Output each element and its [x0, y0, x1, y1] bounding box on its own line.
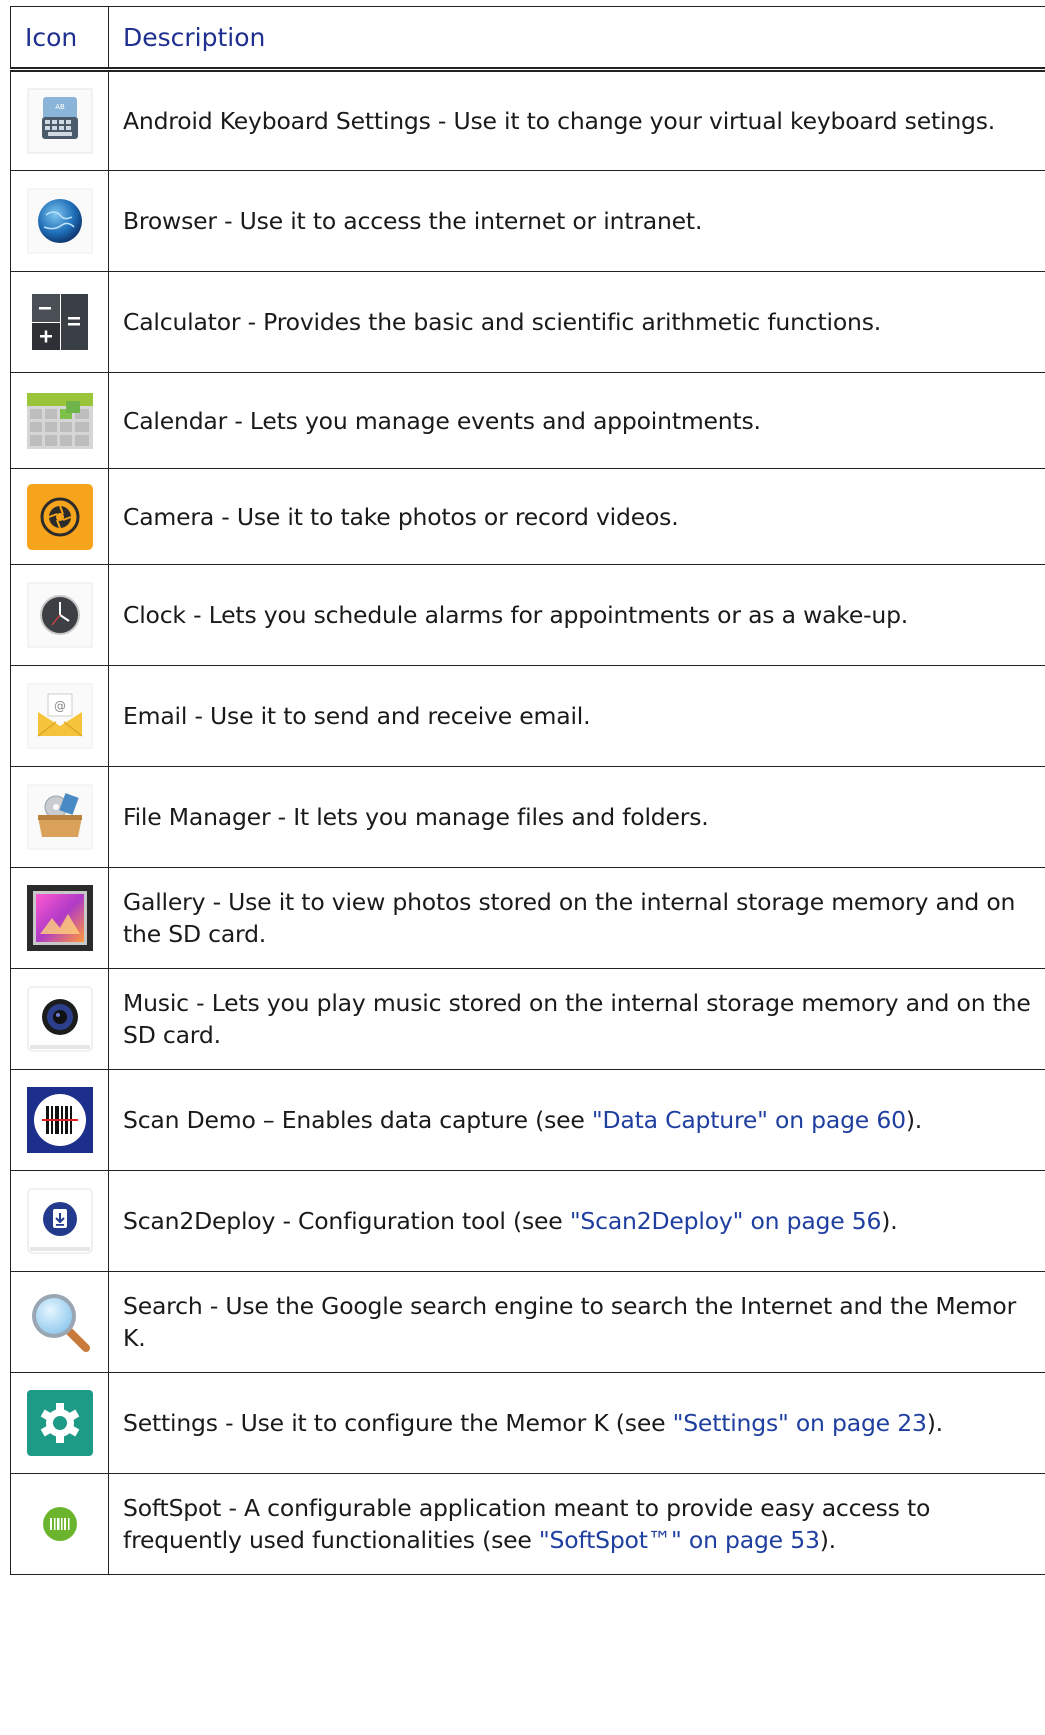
app-name: Calendar — [123, 406, 228, 435]
table-row: Camera - Use it to take photos or record… — [10, 468, 1045, 565]
table-row: Search - Use the Google search engine to… — [10, 1271, 1045, 1373]
table-row: Calculator - Provides the basic and scie… — [10, 271, 1045, 373]
table-row: Settings - Use it to configure the Memor… — [10, 1372, 1045, 1474]
table-row: @ Email - Use it to send and receive ema… — [10, 665, 1045, 767]
svg-text:@: @ — [54, 699, 66, 713]
app-name: Music — [123, 989, 189, 1017]
table-row: SoftSpot - A configurable application me… — [10, 1473, 1045, 1575]
email-icon: @ — [26, 682, 94, 750]
row-description: Email - Use it to send and receive email… — [108, 665, 1045, 767]
row-description: SoftSpot - A configurable application me… — [108, 1473, 1045, 1575]
table-row: File Manager - It lets you manage files … — [10, 766, 1045, 868]
app-name: Android Keyboard Settings — [123, 107, 431, 135]
row-description: Calendar - Lets you manage events and ap… — [108, 372, 1045, 469]
camera-icon — [26, 483, 94, 551]
barcode-scan-icon — [26, 1086, 94, 1154]
keyboard-settings-icon: AB — [26, 87, 94, 155]
app-name: Scan2Deploy — [123, 1207, 276, 1235]
magnifier-icon — [26, 1288, 94, 1356]
row-description: Camera - Use it to take photos or record… — [108, 468, 1045, 565]
file-manager-icon — [26, 783, 94, 851]
row-description: File Manager - It lets you manage files … — [108, 766, 1045, 868]
app-description: Use it to access the internet or intrane… — [239, 207, 703, 235]
table-header-row: Icon Description — [10, 6, 1045, 70]
table-row: Scan2Deploy - Configuration tool (see "S… — [10, 1170, 1045, 1272]
row-description: Search - Use the Google search engine to… — [108, 1271, 1045, 1373]
table-row: Calendar - Lets you manage events and ap… — [10, 372, 1045, 469]
row-description: Browser - Use it to access the internet … — [108, 170, 1045, 272]
scan2deploy-icon — [26, 1187, 94, 1255]
app-description: Use the Google search engine to search t… — [123, 1292, 1017, 1352]
page-reference-link[interactable]: "Scan2Deploy" on page 56 — [570, 1207, 882, 1235]
app-name: File Manager — [123, 803, 271, 831]
page-reference-link[interactable]: "Settings" on page 23 — [673, 1409, 927, 1437]
row-description: Gallery - Use it to view photos stored o… — [108, 867, 1045, 969]
app-name: Camera — [123, 502, 215, 531]
app-description: Lets you schedule alarms for appointment… — [208, 601, 909, 629]
softspot-barcode-icon — [26, 1490, 94, 1558]
table-row: Clock - Lets you schedule alarms for app… — [10, 564, 1045, 666]
table-row: Scan Demo – Enables data capture (see "D… — [10, 1069, 1045, 1171]
table-row: Gallery - Use it to view photos stored o… — [10, 867, 1045, 969]
globe-icon — [26, 187, 94, 255]
table-row: AB Android Keyboard Settings - Use it to… — [10, 69, 1045, 171]
app-description: It lets you manage files and folders. — [293, 803, 709, 831]
row-description: Clock - Lets you schedule alarms for app… — [108, 564, 1045, 666]
app-description: Lets you play music stored on the intern… — [123, 989, 1031, 1049]
row-description: Android Keyboard Settings - Use it to ch… — [108, 69, 1045, 171]
svg-text:AB: AB — [55, 103, 65, 111]
icon-column-header: Icon — [10, 6, 109, 70]
row-description: Scan Demo – Enables data capture (see "D… — [108, 1069, 1045, 1171]
calculator-icon — [26, 288, 94, 356]
app-description: Use it to take photos or record videos. — [236, 502, 679, 531]
gallery-icon — [26, 884, 94, 952]
app-description: Use it to view photos stored on the inte… — [123, 888, 1016, 948]
row-description: Scan2Deploy - Configuration tool (see "S… — [108, 1170, 1045, 1272]
app-name: Email — [123, 702, 188, 730]
row-description: Settings - Use it to configure the Memor… — [108, 1372, 1045, 1474]
table-row: Music - Lets you play music stored on th… — [10, 968, 1045, 1070]
app-name: Browser — [123, 207, 217, 235]
apps-table: Icon Description AB Android Keyboard Set… — [10, 6, 1045, 1575]
app-name: SoftSpot — [123, 1494, 222, 1522]
app-description: Lets you manage events and appointments. — [249, 406, 761, 435]
description-column-header: Description — [108, 6, 1045, 70]
clock-icon — [26, 581, 94, 649]
calendar-icon — [26, 387, 94, 455]
page-reference-link[interactable]: "Data Capture" on page 60 — [592, 1106, 906, 1134]
app-description: Enables data capture (see — [281, 1106, 592, 1134]
page-reference-link[interactable]: "SoftSpot™" on page 53 — [539, 1526, 820, 1554]
app-description: Use it to send and receive email. — [210, 702, 591, 730]
app-name: Settings — [123, 1409, 218, 1437]
app-description: Configuration tool (see — [298, 1207, 570, 1235]
row-description: Calculator - Provides the basic and scie… — [108, 271, 1045, 373]
app-description: Use it to change your virtual keyboard s… — [453, 107, 996, 135]
app-description: Use it to configure the Memor K (see — [240, 1409, 673, 1437]
music-speaker-icon — [26, 985, 94, 1053]
table-row: Browser - Use it to access the internet … — [10, 170, 1045, 272]
app-name: Gallery — [123, 888, 206, 916]
gear-icon — [26, 1389, 94, 1457]
app-name: Calculator — [123, 308, 241, 336]
row-description: Music - Lets you play music stored on th… — [108, 968, 1045, 1070]
app-name: Scan Demo — [123, 1106, 256, 1134]
app-name: Search — [123, 1292, 203, 1320]
app-name: Clock — [123, 601, 186, 629]
app-description: Provides the basic and scientific arithm… — [263, 308, 882, 336]
